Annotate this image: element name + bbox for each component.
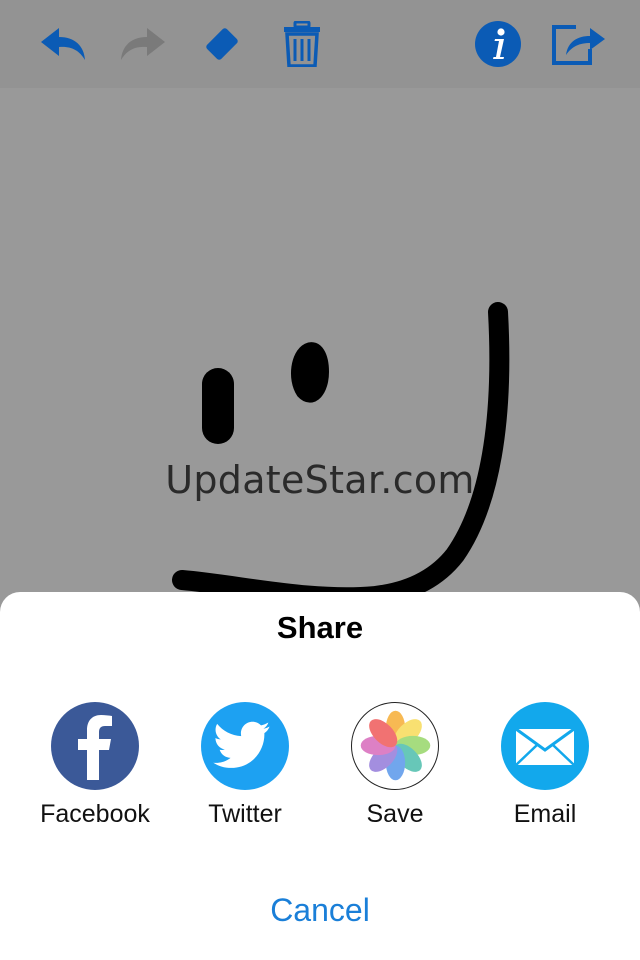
share-sheet: Share Facebook Twitter Save Email Cancel — [0, 592, 640, 960]
clear-button[interactable] — [270, 0, 334, 88]
share-label-email: Email — [513, 800, 577, 828]
share-facebook-button[interactable]: Facebook — [20, 702, 170, 829]
share-twitter-button[interactable]: Twitter — [170, 702, 320, 829]
undo-button[interactable] — [32, 0, 96, 88]
share-button[interactable] — [546, 0, 610, 88]
info-button[interactable] — [466, 0, 530, 88]
facebook-icon — [51, 702, 139, 790]
eraser-icon — [206, 28, 238, 60]
toolbar — [0, 0, 640, 88]
info-icon — [475, 21, 521, 67]
eraser-button[interactable] — [190, 0, 254, 88]
share-label-twitter: Twitter — [208, 800, 282, 828]
share-save-button[interactable]: Save — [320, 702, 470, 829]
redo-button[interactable] — [110, 0, 174, 88]
share-label-facebook: Facebook — [40, 800, 150, 828]
trash-icon — [284, 21, 320, 67]
share-icon — [552, 25, 605, 65]
share-email-button[interactable]: Email — [470, 702, 620, 829]
photos-icon — [351, 702, 439, 790]
mail-icon — [501, 702, 589, 790]
watermark-text: UpdateStar.com — [165, 458, 475, 502]
twitter-icon — [201, 702, 289, 790]
share-sheet-title: Share — [276, 610, 364, 645]
redo-arrow-icon — [121, 28, 165, 60]
undo-arrow-icon — [41, 28, 85, 60]
cancel-button[interactable]: Cancel — [0, 892, 640, 929]
share-label-save: Save — [366, 800, 424, 828]
